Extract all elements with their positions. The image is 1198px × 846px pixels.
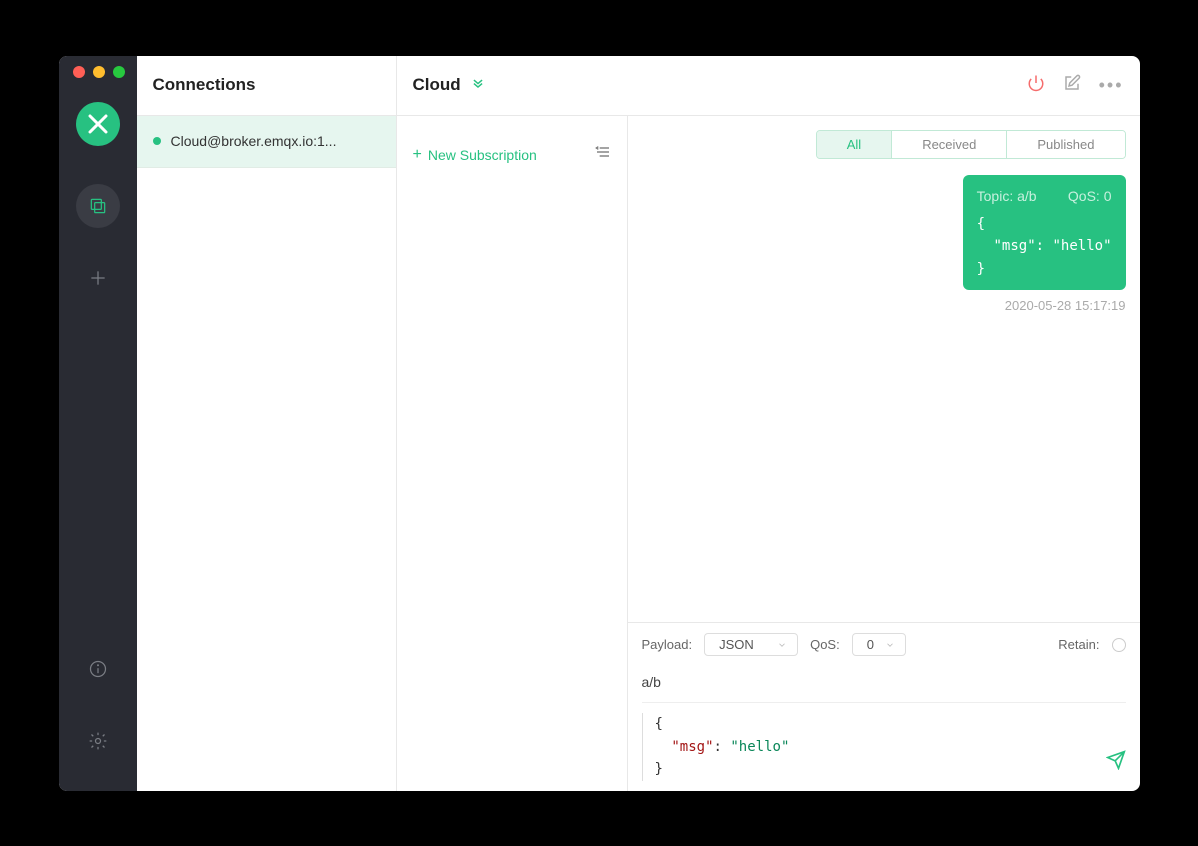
gear-icon [88, 731, 108, 751]
publish-editor-wrap: { "msg": "hello" } [642, 702, 1126, 780]
nav-connections[interactable] [76, 184, 120, 228]
window-close-button[interactable] [73, 66, 85, 78]
connection-item[interactable]: Cloud@broker.emqx.io:1... [137, 116, 396, 168]
send-button[interactable] [1106, 750, 1126, 775]
plus-icon: + [413, 146, 422, 164]
nav-new[interactable] [76, 256, 120, 300]
subscription-header: + New Subscription [397, 116, 627, 194]
message-payload: { "msg": "hello" } [977, 213, 1112, 280]
collapse-panel-button[interactable] [595, 144, 611, 165]
qos-select[interactable]: 0 [852, 633, 906, 656]
publisher-controls: Payload: JSON QoS: 0 Retain: [642, 633, 1126, 656]
message-meta: Topic: a/b QoS: 0 [977, 185, 1112, 207]
disconnect-button[interactable] [1027, 74, 1045, 97]
collapse-icon [595, 144, 611, 160]
chevron-down-icon [777, 640, 787, 650]
main-panel: Cloud ••• + Ne [397, 56, 1140, 791]
window-minimize-button[interactable] [93, 66, 105, 78]
more-button[interactable]: ••• [1099, 75, 1124, 96]
message-topic: Topic: a/b [977, 185, 1037, 207]
app-logo [76, 102, 120, 146]
header-actions: ••• [1027, 74, 1124, 97]
filter-tab-published[interactable]: Published [1006, 131, 1124, 158]
qos-label: QoS: [810, 637, 840, 652]
publish-topic-input[interactable]: a/b [642, 674, 1126, 690]
connection-title-text: Cloud [413, 75, 461, 95]
filter-tabs: All Received Published [816, 130, 1126, 159]
new-subscription-label: New Subscription [428, 147, 537, 163]
message-qos: QoS: 0 [1068, 185, 1112, 207]
retain-toggle[interactable] [1112, 638, 1126, 652]
qos-value: 0 [867, 637, 874, 652]
publisher-panel: Payload: JSON QoS: 0 Retain: [628, 622, 1140, 790]
connection-title[interactable]: Cloud [413, 75, 485, 95]
nav-rail [59, 56, 137, 791]
nav-settings[interactable] [76, 719, 120, 763]
window-maximize-button[interactable] [113, 66, 125, 78]
connections-header: Connections [137, 56, 396, 116]
connections-panel: Connections Cloud@broker.emqx.io:1... [137, 56, 397, 791]
info-icon [88, 659, 108, 679]
connection-name: Cloud@broker.emqx.io:1... [171, 133, 337, 149]
logo-icon [86, 112, 110, 136]
filter-tab-all[interactable]: All [817, 131, 891, 158]
main-body: + New Subscription All [397, 116, 1140, 791]
status-dot-icon [153, 137, 161, 145]
chevron-down-icon [885, 640, 895, 650]
filter-tab-received[interactable]: Received [891, 131, 1006, 158]
nav-info[interactable] [76, 647, 120, 691]
connection-list: Cloud@broker.emqx.io:1... [137, 116, 396, 168]
send-icon [1106, 750, 1126, 770]
payload-type-value: JSON [719, 637, 754, 652]
retain-label: Retain: [1058, 637, 1099, 652]
message-bubble: Topic: a/b QoS: 0 { "msg": "hello" } [963, 175, 1126, 291]
payload-label: Payload: [642, 637, 693, 652]
payload-type-select[interactable]: JSON [704, 633, 798, 656]
main-header: Cloud ••• [397, 56, 1140, 116]
subscription-panel: + New Subscription [397, 116, 628, 791]
message-filter-toolbar: All Received Published [628, 116, 1140, 165]
plus-icon [88, 268, 108, 288]
new-subscription-button[interactable]: + New Subscription [413, 146, 537, 164]
chevron-down-icon [471, 76, 485, 95]
messages-panel: All Received Published Topic: a/b QoS: 0… [628, 116, 1140, 791]
window-controls [73, 66, 125, 78]
app-window: Connections Cloud@broker.emqx.io:1... Cl… [59, 56, 1140, 791]
edit-button[interactable] [1063, 74, 1081, 97]
copy-icon [88, 196, 108, 216]
message-timestamp: 2020-05-28 15:17:19 [1005, 298, 1126, 313]
message-list: Topic: a/b QoS: 0 { "msg": "hello" } 202… [628, 165, 1140, 623]
publish-payload-editor[interactable]: { "msg": "hello" } [642, 713, 1126, 780]
